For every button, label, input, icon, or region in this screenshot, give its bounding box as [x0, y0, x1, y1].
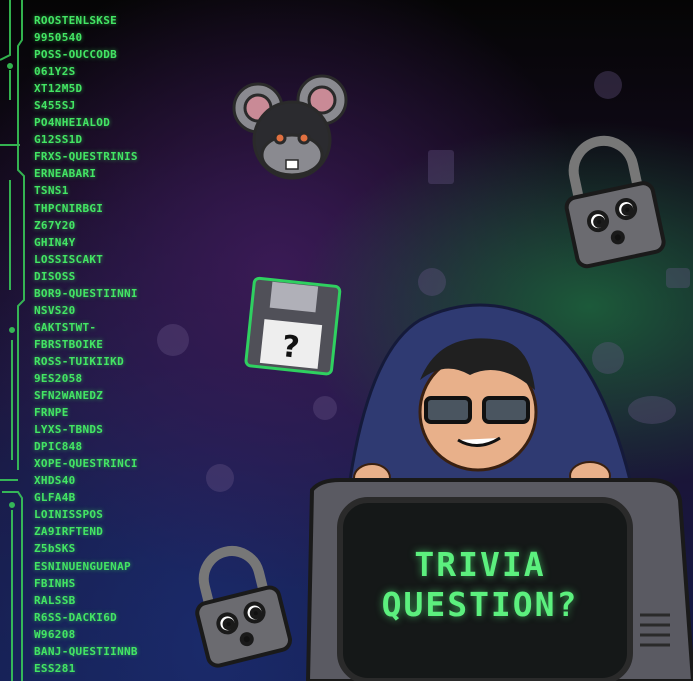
svg-text:?: ? [280, 329, 301, 366]
screen-line-2: QUESTION? [381, 585, 579, 624]
floppy-disk-icon: ? [244, 276, 342, 376]
monitor-screen-text: TRIVIA QUESTION? [360, 545, 600, 625]
hat-faint-icon [628, 396, 676, 424]
keys-faint-icon [418, 268, 446, 296]
skull-faint-icon [592, 342, 624, 374]
tool-faint-icon [206, 464, 234, 492]
lock-faint-icon [666, 268, 690, 288]
hooded-hacker [348, 303, 632, 493]
mouse-faint-icon [157, 324, 189, 356]
padlock-small-icon [195, 546, 293, 668]
hacker-mouse-icon [232, 74, 348, 180]
key-faint-icon [313, 396, 337, 420]
mask-icon [594, 71, 622, 99]
screen-line-1: TRIVIA [414, 545, 546, 584]
padlock-icon [564, 135, 666, 269]
question-card-icon [428, 150, 454, 184]
